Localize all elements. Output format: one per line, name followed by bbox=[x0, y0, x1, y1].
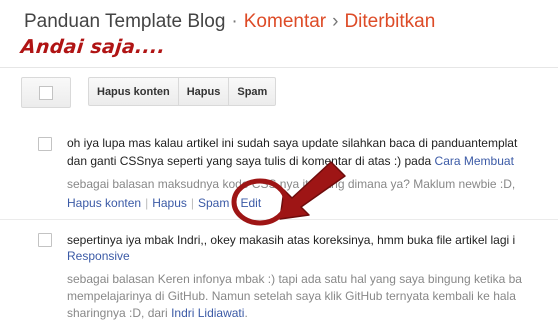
select-all-checkbox[interactable] bbox=[39, 86, 53, 100]
breadcrumb-published[interactable]: Diterbitkan bbox=[344, 11, 435, 32]
comment-body: oh iya lupa mas kalau artikel ini sudah … bbox=[67, 136, 518, 150]
author-link[interactable]: Indri Lidiawati bbox=[171, 306, 244, 320]
reply-text: sebagai balasan maksudnya kode CSS nya i… bbox=[67, 177, 516, 191]
reply-text: mempelajarinya di GitHub. Namun setelah … bbox=[67, 289, 516, 303]
delete-link[interactable]: Hapus bbox=[152, 196, 187, 210]
reply-text: sharingnya :D, dari bbox=[67, 306, 172, 320]
delete-content-link[interactable]: Hapus konten bbox=[67, 196, 141, 210]
annotation-title: Andai saja.... bbox=[19, 36, 167, 58]
select-all-dropdown[interactable] bbox=[21, 77, 71, 108]
spam-button[interactable]: Spam bbox=[228, 77, 277, 106]
edit-link[interactable]: Edit bbox=[240, 196, 261, 210]
post-link[interactable]: Cara Membuat bbox=[435, 154, 514, 168]
breadcrumb: Panduan Template Blog · Komentar › Diterbitk… bbox=[24, 11, 435, 33]
comment-divider bbox=[0, 219, 558, 220]
spam-link[interactable]: Spam bbox=[198, 196, 229, 210]
reply-text: sebagai balasan Keren infonya mbak :) ta… bbox=[67, 272, 522, 286]
comment-reply-line: mempelajarinya di GitHub. Namun setelah … bbox=[67, 289, 516, 303]
comment-checkbox[interactable] bbox=[38, 137, 52, 151]
breadcrumb-comments[interactable]: Komentar bbox=[244, 11, 326, 32]
reply-text-end: . bbox=[244, 306, 248, 320]
comment-text-line: Responsive bbox=[67, 249, 130, 263]
comment-body: dan ganti CSSnya seperti yang saya tulis… bbox=[67, 154, 435, 168]
comment-text-line: sepertinya iya mbak Indri,, okey makasih… bbox=[67, 233, 515, 247]
comment-text-line: dan ganti CSSnya seperti yang saya tulis… bbox=[67, 154, 514, 168]
action-button-group: Hapus konten Hapus Spam bbox=[88, 77, 277, 106]
header-divider bbox=[0, 67, 558, 68]
breadcrumb-blog-name[interactable]: Panduan Template Blog bbox=[24, 11, 225, 32]
comment-reply-line: sebagai balasan maksudnya kode CSS nya i… bbox=[67, 177, 515, 191]
post-link[interactable]: Responsive bbox=[67, 249, 130, 263]
comment-reply-line: sebagai balasan Keren infonya mbak :) ta… bbox=[67, 272, 522, 286]
comment-reply-line: sharingnya :D, dari Indri Lidiawati. bbox=[67, 306, 248, 320]
breadcrumb-separator: · bbox=[231, 11, 238, 32]
breadcrumb-separator-2: › bbox=[332, 11, 339, 32]
delete-content-button[interactable]: Hapus konten bbox=[88, 77, 179, 106]
comment-actions: Hapus konten | Hapus | Spam | Edit bbox=[67, 196, 262, 210]
comment-checkbox[interactable] bbox=[38, 233, 52, 247]
delete-button[interactable]: Hapus bbox=[177, 77, 230, 106]
comment-text-line: oh iya lupa mas kalau artikel ini sudah … bbox=[67, 136, 517, 150]
comment-body: sepertinya iya mbak Indri,, okey makasih… bbox=[67, 233, 516, 247]
